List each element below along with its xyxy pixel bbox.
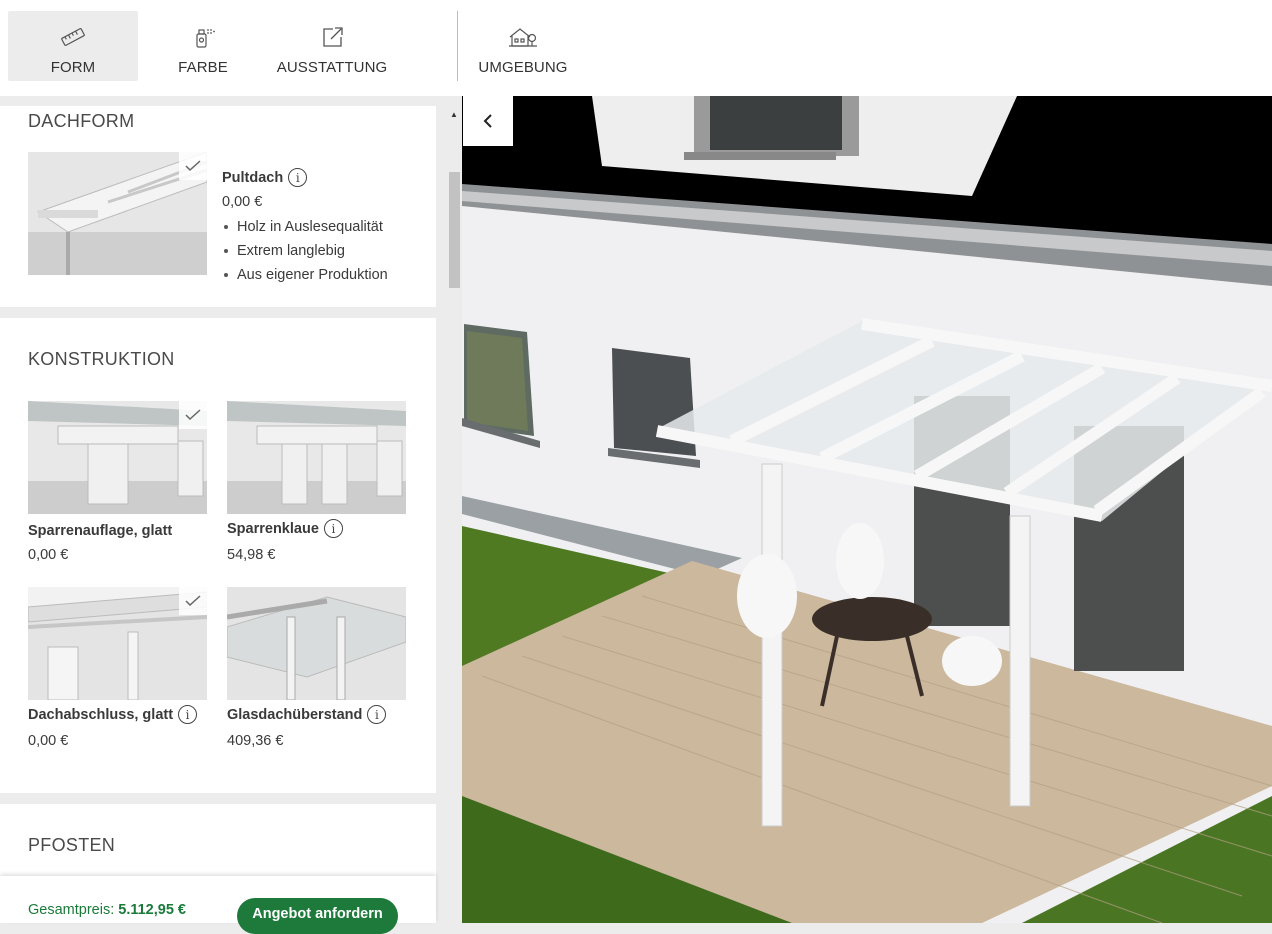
request-offer-button[interactable]: Angebot anfordern — [237, 898, 398, 934]
dachform-section: DACHFORM Pultdach i 0,00 € Holz in Ausle… — [0, 106, 436, 307]
dachabschluss-name: Dachabschluss, glatt i — [28, 705, 198, 724]
feature-item: Holz in Auslesequalität — [222, 215, 388, 239]
glasdachueberstand-name: Glasdachüberstand i — [227, 705, 387, 724]
ruler-icon — [61, 28, 85, 46]
tab-umgebung[interactable]: UMGEBUNG — [474, 11, 572, 81]
feature-item: Aus eigener Produktion — [222, 263, 388, 287]
top-navigation: FORM FARBE AUSSTATTUNG UMGEBUNG — [0, 0, 1272, 96]
tab-form-label: FORM — [50, 59, 96, 76]
selected-check-icon — [179, 587, 207, 615]
pergola-3d-scene — [462, 96, 1272, 923]
tab-divider — [457, 11, 458, 81]
tab-ausstattung-label: AUSSTATTUNG — [276, 59, 388, 76]
scroll-up-arrow-icon[interactable]: ▲ — [447, 106, 461, 124]
house-tree-icon — [509, 28, 537, 47]
sparrenauflage-thumbnail[interactable] — [28, 401, 207, 514]
configurator-sidebar: DACHFORM Pultdach i 0,00 € Holz in Ausle… — [0, 96, 462, 923]
dachform-title: DACHFORM — [28, 111, 135, 131]
info-icon[interactable]: i — [323, 519, 343, 538]
sparrenklaue-thumbnail[interactable] — [227, 401, 406, 514]
feature-item: Extrem langlebig — [222, 239, 388, 263]
external-edit-icon — [323, 27, 343, 47]
konstruktion-section: KONSTRUKTION Sparrenauflage, glatt 0,00 … — [0, 318, 436, 793]
tab-farbe[interactable]: FARBE — [160, 11, 246, 81]
3d-preview-viewport[interactable] — [462, 96, 1272, 923]
pultdach-name: Pultdach i — [222, 168, 308, 187]
sparrenklaue-price: 54,98 € — [227, 547, 276, 563]
tab-ausstattung[interactable]: AUSSTATTUNG — [272, 11, 392, 81]
sparrenklaue-name: Sparrenklaue i — [227, 519, 343, 538]
glasdachueberstand-price: 409,36 € — [227, 733, 284, 749]
total-price: Gesamtpreis: 5.112,95 € — [28, 902, 186, 918]
pfosten-title: PFOSTEN — [28, 835, 116, 855]
price-footer: Gesamtpreis: 5.112,95 € Angebot anforder… — [0, 876, 436, 934]
glasdachueberstand-thumbnail[interactable] — [227, 587, 406, 700]
total-price-value: 5.112,95 € — [118, 902, 187, 918]
spray-can-icon — [196, 29, 215, 48]
chevron-left-icon — [483, 114, 492, 128]
dachabschluss-thumbnail[interactable] — [28, 587, 207, 700]
info-icon[interactable]: i — [178, 705, 198, 724]
pultdach-thumbnail[interactable] — [28, 152, 207, 275]
selected-check-icon — [179, 152, 207, 180]
tab-umgebung-label: UMGEBUNG — [478, 59, 568, 76]
total-price-label: Gesamtpreis: — [28, 902, 115, 918]
sparrenauflage-name: Sparrenauflage, glatt — [28, 523, 173, 539]
selected-check-icon — [179, 401, 207, 429]
info-icon[interactable]: i — [288, 168, 308, 187]
dachabschluss-price: 0,00 € — [28, 733, 69, 749]
scrollbar-thumb[interactable] — [449, 172, 460, 288]
konstruktion-title: KONSTRUKTION — [28, 349, 175, 369]
pultdach-features: Holz in Auslesequalität Extrem langlebig… — [222, 215, 388, 287]
tab-farbe-label: FARBE — [178, 59, 228, 76]
sparrenauflage-price: 0,00 € — [28, 547, 69, 563]
tab-form[interactable]: FORM — [8, 11, 138, 81]
info-icon[interactable]: i — [367, 705, 387, 724]
pultdach-price: 0,00 € — [222, 194, 263, 210]
collapse-sidebar-button[interactable] — [463, 96, 513, 146]
